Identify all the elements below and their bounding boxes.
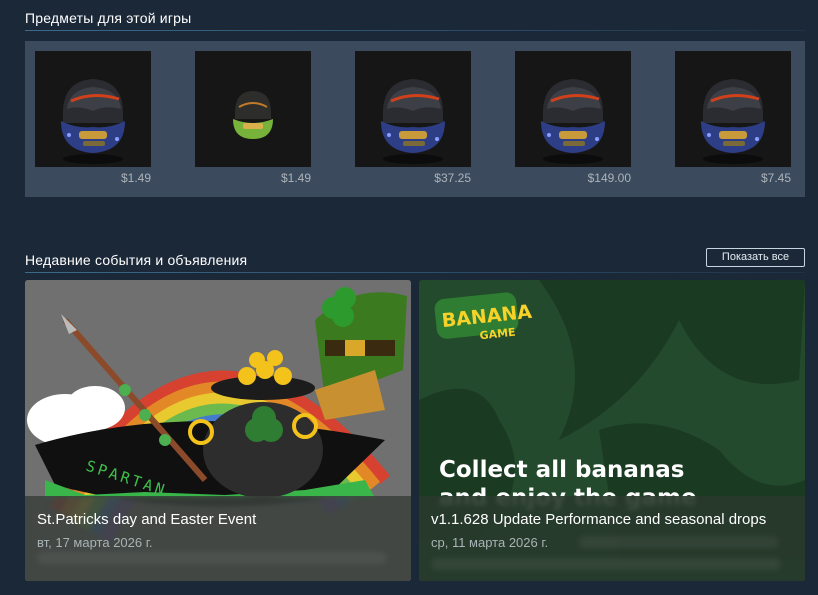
helmet-icon bbox=[61, 79, 125, 164]
store-item[interactable]: $1.49 bbox=[195, 51, 311, 185]
events-section-title: Недавние события и объявления bbox=[25, 252, 248, 268]
event-title[interactable]: v1.1.628 Update Performance and seasonal… bbox=[431, 511, 766, 528]
show-all-button[interactable]: Показать все bbox=[706, 248, 805, 267]
event-card[interactable]: SPARTAN St.Patricks day and Easter Event… bbox=[25, 280, 411, 581]
blurred-text bbox=[37, 552, 387, 564]
item-thumbnail[interactable] bbox=[515, 51, 631, 167]
helmet-icon bbox=[701, 79, 765, 164]
item-price: $1.49 bbox=[120, 171, 151, 185]
store-item[interactable]: $1.49 bbox=[35, 51, 151, 185]
items-section-title: Предметы для этой игры bbox=[25, 10, 192, 26]
events-section-divider bbox=[25, 272, 805, 273]
item-price: $37.25 bbox=[434, 171, 471, 185]
event-title[interactable]: St.Patricks day and Easter Event bbox=[37, 511, 256, 528]
helmet-icon bbox=[381, 79, 445, 164]
item-price: $149.00 bbox=[587, 171, 631, 185]
store-item[interactable]: $149.00 bbox=[515, 51, 631, 185]
helmet-icon bbox=[541, 79, 605, 164]
helmet-small-green-icon bbox=[233, 91, 273, 139]
item-price: $7.45 bbox=[760, 171, 791, 185]
item-thumbnail[interactable] bbox=[675, 51, 791, 167]
event-date: ср, 11 марта 2026 г. bbox=[431, 535, 549, 550]
items-section-divider bbox=[25, 30, 805, 31]
item-thumbnail[interactable] bbox=[355, 51, 471, 167]
item-thumbnail[interactable] bbox=[35, 51, 151, 167]
items-panel: $1.49 $1.49 $37.25 $149.00 $7.45 bbox=[25, 41, 805, 197]
item-thumbnail[interactable] bbox=[195, 51, 311, 167]
event-card[interactable]: BANANA GAME Collect all bananas and enjo… bbox=[419, 280, 805, 581]
blurred-text bbox=[579, 536, 779, 548]
event-date: вт, 17 марта 2026 г. bbox=[37, 535, 153, 550]
banner-headline-line1: Collect all bananas bbox=[439, 457, 684, 483]
store-item[interactable]: $37.25 bbox=[355, 51, 471, 185]
blurred-text bbox=[431, 558, 781, 570]
item-price: $1.49 bbox=[280, 171, 311, 185]
store-item[interactable]: $7.45 bbox=[675, 51, 791, 185]
